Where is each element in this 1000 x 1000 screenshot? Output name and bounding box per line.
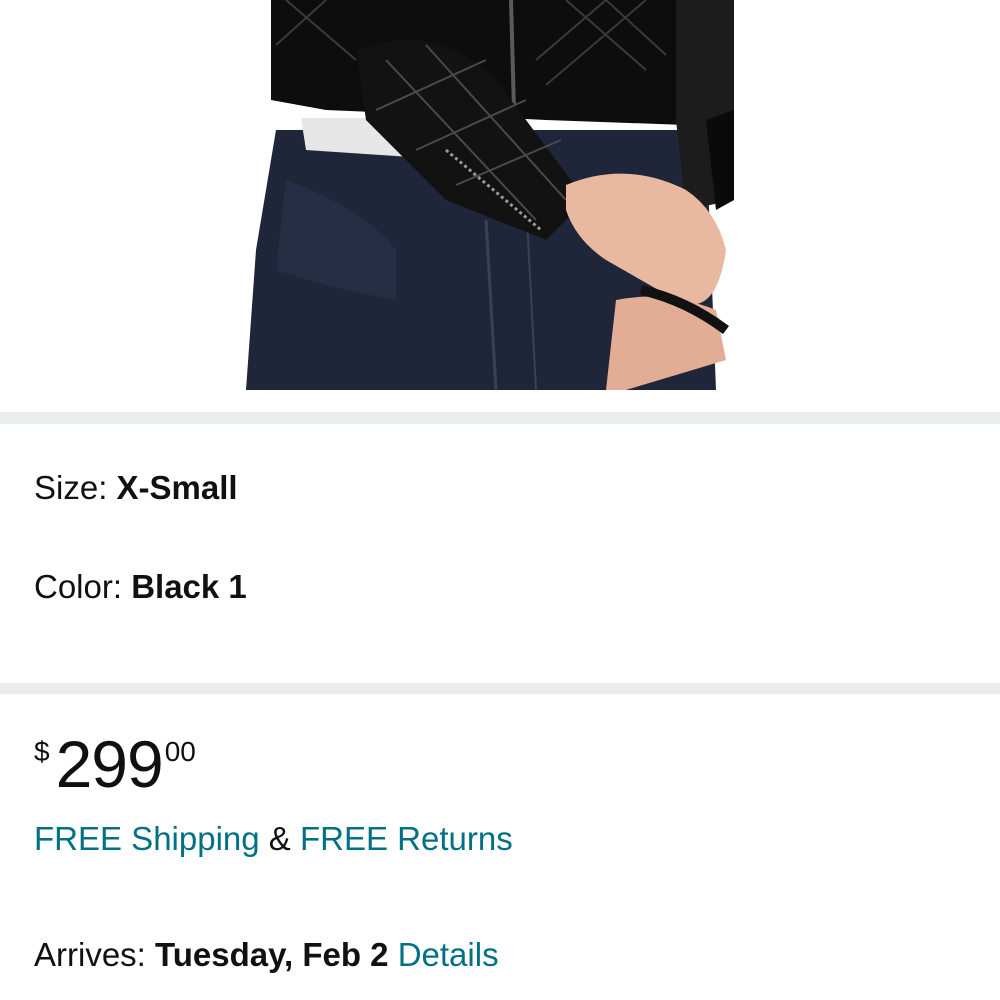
product-image[interactable] [246, 0, 734, 390]
size-selector[interactable]: Size: X-Small [34, 468, 238, 508]
section-divider [0, 412, 1000, 424]
shipping-ampersand: & [259, 820, 300, 857]
product-detail-page: Size: X-Small Color: Black 1 $29900 FREE… [0, 0, 1000, 1000]
price-whole: 299 [55, 727, 164, 801]
product-photo-leather-jacket [246, 0, 734, 390]
arrival-date: Tuesday, Feb 2 [155, 936, 389, 973]
section-divider [0, 683, 1000, 694]
color-selector[interactable]: Color: Black 1 [34, 567, 247, 607]
size-value: X-Small [116, 469, 238, 506]
color-label: Color: [34, 568, 132, 605]
price: $29900 [34, 728, 196, 808]
free-shipping-link[interactable]: FREE Shipping [34, 820, 260, 857]
delivery-details-link[interactable]: Details [398, 936, 499, 973]
price-currency-symbol: $ [34, 736, 50, 767]
size-label: Size: [34, 469, 117, 506]
arrives-label: Arrives: [34, 936, 156, 973]
free-returns-link[interactable]: FREE Returns [300, 820, 513, 857]
delivery-info: Arrives: Tuesday, Feb 2 Details [34, 934, 499, 976]
product-image-area [0, 0, 1000, 412]
shipping-info: FREE Shipping & FREE Returns [34, 818, 513, 860]
price-fraction: 00 [164, 736, 196, 767]
color-value: Black 1 [131, 568, 247, 605]
